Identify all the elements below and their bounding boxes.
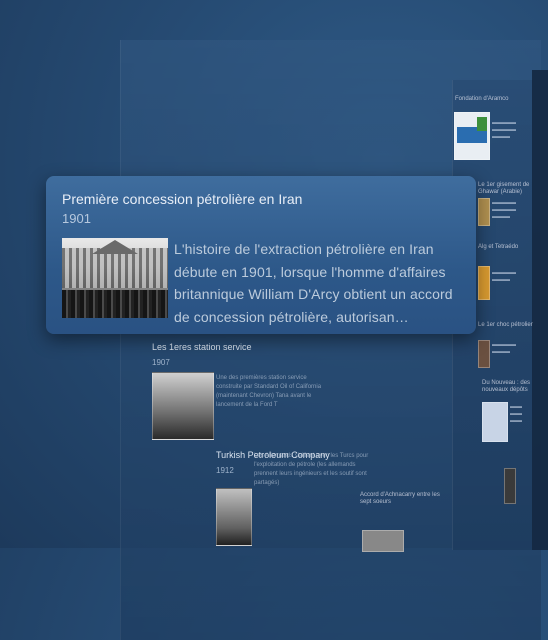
right-item-1-text: ▬▬▬▬ ▬▬▬▬ ▬▬▬ — [492, 120, 516, 140]
right-item-3-label[interactable]: Alg et Tetraédo — [478, 244, 518, 251]
event-2-year: 1907 — [152, 358, 170, 367]
event-2-photo[interactable] — [152, 372, 214, 440]
right-item-5-text: ▬▬ ▬▬ ▬▬ — [510, 404, 522, 424]
right-item-5-thumb[interactable] — [482, 402, 508, 442]
event-4-title[interactable]: Accord d'Achnacarry entre les sept soeur… — [360, 492, 450, 506]
event-year: 1901 — [62, 211, 91, 226]
right-item-4-thumb[interactable] — [478, 340, 490, 368]
event-photo[interactable] — [62, 238, 168, 318]
right-item-6-thumb[interactable] — [504, 468, 516, 504]
right-item-5-label[interactable]: Du Nouveau : des nouveaux dépôts — [482, 380, 548, 394]
event-title: Première concession pétrolière en Iran — [62, 191, 303, 207]
right-item-2-label[interactable]: Le 1er gisement de Ghawar (Arabie) — [478, 182, 548, 196]
photo-building — [62, 248, 168, 288]
event-3-description: Les Allemands s'allient avec les Turcs p… — [254, 453, 369, 486]
event-3-photo[interactable] — [216, 488, 252, 546]
right-item-3-text: ▬▬▬▬ ▬▬▬ — [492, 270, 516, 283]
event-2-description: Une des premières station service constr… — [216, 375, 322, 408]
event-2-title[interactable]: Les 1eres station service — [152, 342, 252, 352]
right-item-2-text: ▬▬▬▬ ▬▬▬▬ ▬▬▬ — [492, 200, 516, 220]
event-description: L'histoire de l'extraction pétrolière en… — [174, 241, 453, 325]
aramco-logo-thumb[interactable] — [454, 112, 490, 160]
right-item-1-label[interactable]: Fondation d'Aramco — [455, 96, 509, 103]
event-card-main[interactable]: Première concession pétrolière en Iran 1… — [46, 176, 476, 334]
right-item-4-label[interactable]: Le 1er choc pétrolier — [478, 322, 533, 329]
right-item-4-text: ▬▬▬▬ ▬▬▬ — [492, 342, 516, 355]
right-item-3-thumb[interactable] — [478, 266, 490, 300]
event-4-photo[interactable] — [362, 530, 404, 552]
timeline-edge — [532, 70, 548, 550]
photo-roof — [92, 240, 138, 254]
right-item-2-thumb[interactable] — [478, 198, 490, 226]
event-3-year: 1912 — [216, 466, 234, 475]
photo-crowd — [62, 290, 168, 318]
